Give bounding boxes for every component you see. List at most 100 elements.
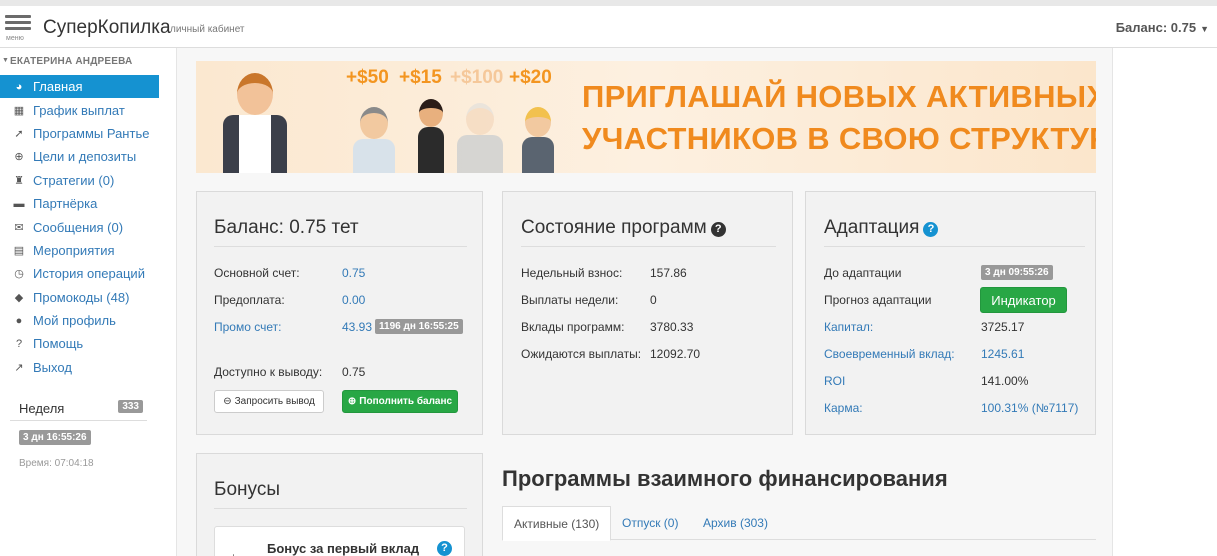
chess-icon: ♜ [14, 174, 24, 187]
menu-toggle-button[interactable]: меню [5, 15, 31, 45]
tab-archive[interactable]: Архив (303) [692, 506, 779, 540]
menu-label: меню [6, 35, 24, 42]
banner-bonus-3: +$100 [450, 67, 504, 88]
prepayment-label: Предоплата: [214, 293, 285, 307]
briefcase-icon: ▬ [13, 197, 25, 210]
banner-bonus-1: +$50 [346, 67, 389, 88]
calendar-icon: ▦ [13, 104, 25, 117]
sidebar-item-tag[interactable]: ◆ Промокоды (48) [0, 286, 159, 309]
question-icon[interactable]: ? [923, 222, 939, 237]
caret-down-icon: ▼ [2, 57, 10, 64]
balance-panel: Баланс: 0.75 тет Основной счет: 0.75 Пре… [196, 191, 483, 435]
promo-timer-badge: 1196 дн 16:55:25 [375, 319, 463, 334]
karma-percent[interactable]: 100.31% [981, 401, 1028, 415]
mutual-programs-title: Программы взаимного финансирования [502, 466, 948, 491]
senior-man-illustration [456, 103, 504, 173]
referral-banner[interactable]: +$50 +$15 +$100 +$20 ПРИГЛАШАЙ НОВЫХ АКТ… [196, 61, 1096, 173]
balance-dropdown-label: Баланс: 0.75 [1115, 20, 1197, 35]
sidebar-item-sign-out[interactable]: ↗ Выход [0, 356, 159, 379]
karma-link[interactable]: Карма: [824, 401, 863, 415]
available-label: Доступно к выводу: [214, 365, 323, 379]
programs-state-title-text: Состояние программ [521, 217, 707, 238]
sidebar-item-label: Партнёрка [33, 196, 98, 212]
bonuses-panel: Бонусы ↓ Бонус за первый вклад ? [196, 453, 483, 556]
tab-active[interactable]: Активные (130) [502, 506, 612, 541]
sidebar-item-calendar[interactable]: ▦ График выплат [0, 98, 159, 121]
topup-balance-label: Пополнить баланс [359, 396, 453, 407]
sidebar-item-label: Сообщения (0) [33, 219, 124, 235]
question-icon[interactable]: ? [437, 541, 452, 556]
main-account-value[interactable]: 0.75 [342, 266, 365, 280]
withdraw-request-button[interactable]: ⊖ Запросить вывод [214, 390, 324, 413]
divider [214, 246, 467, 247]
banner-headline-line2: УЧАСТНИКОВ В СВОЮ СТРУКТУРУ [582, 121, 1096, 156]
sidebar-item-label: Главная [33, 79, 83, 95]
tab-vacation[interactable]: Отпуск (0) [611, 506, 689, 540]
right-gutter [1112, 48, 1217, 556]
rocket-icon: ➚ [14, 127, 24, 140]
man-illustration [352, 107, 396, 173]
timely-deposit-link[interactable]: Своевременный вклад: [824, 347, 955, 361]
adaptation-forecast-label: Прогноз адаптации [824, 293, 932, 307]
sidebar-item-chess[interactable]: ♜ Стратегии (0) [0, 169, 159, 192]
banner-bonus-4: +$20 [509, 67, 552, 88]
adaptation-title-text: Адаптация [824, 217, 920, 238]
week-timer: 3 дн 16:55:26 [19, 429, 91, 445]
week-timer-badge: 3 дн 16:55:26 [19, 430, 91, 445]
question-icon: ? [15, 337, 23, 350]
first-bonus-card[interactable]: ↓ Бонус за первый вклад ? [214, 526, 465, 556]
question-icon[interactable]: ? [710, 222, 726, 237]
sidebar-item-label: Мероприятия [33, 242, 115, 258]
karma-rank[interactable]: (№7117) [1032, 401, 1079, 415]
capital-link[interactable]: Капитал: [824, 320, 873, 334]
banner-bonus-2: +$15 [399, 67, 442, 88]
bonuses-title: Бонусы [214, 479, 280, 500]
balance-panel-title: Баланс: 0.75 тет [214, 217, 359, 238]
withdraw-request-label: Запросить вывод [234, 396, 315, 407]
promo-account-value[interactable]: 43.93 [342, 320, 372, 334]
sidebar-item-briefcase[interactable]: ▬ Партнёрка [0, 192, 159, 215]
promo-account-link[interactable]: Промо счет: [214, 320, 281, 334]
sidebar-item-label: Выход [33, 359, 72, 375]
main-account-label: Основной счет: [214, 266, 300, 280]
week-counter: Неделя 333 [19, 400, 143, 416]
tag-icon: ◆ [14, 291, 24, 304]
sidebar-item-dashboard[interactable]: ◕ Главная [0, 75, 159, 99]
before-adaptation-label: До адаптации [824, 266, 902, 280]
sidebar-item-question[interactable]: ? Помощь [0, 332, 159, 355]
sidebar-item-label: График выплат [33, 102, 125, 118]
sidebar-item-crosshairs[interactable]: ⊕ Цели и депозиты [0, 145, 159, 168]
minus-circle-icon: ⊖ [223, 396, 232, 407]
program-deposits-value: 3780.33 [650, 320, 694, 334]
adaptation-title: Адаптация? [824, 217, 939, 239]
sign-out-icon: ↗ [14, 361, 24, 374]
roi-link[interactable]: ROI [824, 374, 845, 388]
sidebar-item-rocket[interactable]: ➚ Программы Рантье [0, 122, 159, 145]
sidebar-item-clock[interactable]: ◷ История операций [0, 262, 159, 285]
comments-icon: ✉ [14, 221, 24, 234]
server-time: Время: 07:04:18 [19, 458, 94, 469]
topup-balance-button[interactable]: ⊕ Пополнить баланс [342, 390, 458, 413]
program-deposits-label: Вклады программ: [521, 320, 625, 334]
sidebar-item-film[interactable]: ▤ Мероприятия [0, 239, 159, 262]
sidebar-item-comments[interactable]: ✉ Сообщения (0) [0, 215, 159, 238]
adaptation-panel: Адаптация? До адаптации 3 дн 09:55:26 Пр… [805, 191, 1096, 435]
balance-dropdown[interactable]: Баланс: 0.75 ▼ [1116, 20, 1209, 35]
top-navbar: меню СуперКопилка личный кабинет Баланс:… [0, 0, 1217, 48]
user-name-toggle[interactable]: ▼ ЕКАТЕРИНА АНДРЕЕВА [0, 56, 132, 67]
indicator-button[interactable]: Индикатор [980, 287, 1067, 313]
sidebar-item-label: Программы Рантье [33, 125, 150, 141]
timely-deposit-value[interactable]: 1245.61 [981, 347, 1024, 361]
sidebar-menu: ◕ Главная ▦ График выплат ➚ Программы Рантье ⊕… [0, 75, 159, 379]
available-value: 0.75 [342, 365, 366, 379]
prepayment-value[interactable]: 0.00 [342, 293, 365, 307]
banner-headline-line1: ПРИГЛАШАЙ НОВЫХ АКТИВНЫХ [582, 79, 1096, 114]
sidebar-item-label: Промокоды (48) [33, 289, 130, 305]
blonde-woman-illustration [518, 107, 558, 173]
weekly-fee-value: 157.86 [650, 266, 687, 280]
hamburger-icon-bar [5, 27, 31, 30]
mutual-programs-tabs: Активные (130) Отпуск (0) Архив (303) [502, 506, 1096, 541]
brand-title[interactable]: СуперКопилка [43, 17, 171, 39]
sidebar-item-user[interactable]: ● Мой профиль [0, 309, 159, 332]
user-icon: ● [15, 314, 23, 327]
